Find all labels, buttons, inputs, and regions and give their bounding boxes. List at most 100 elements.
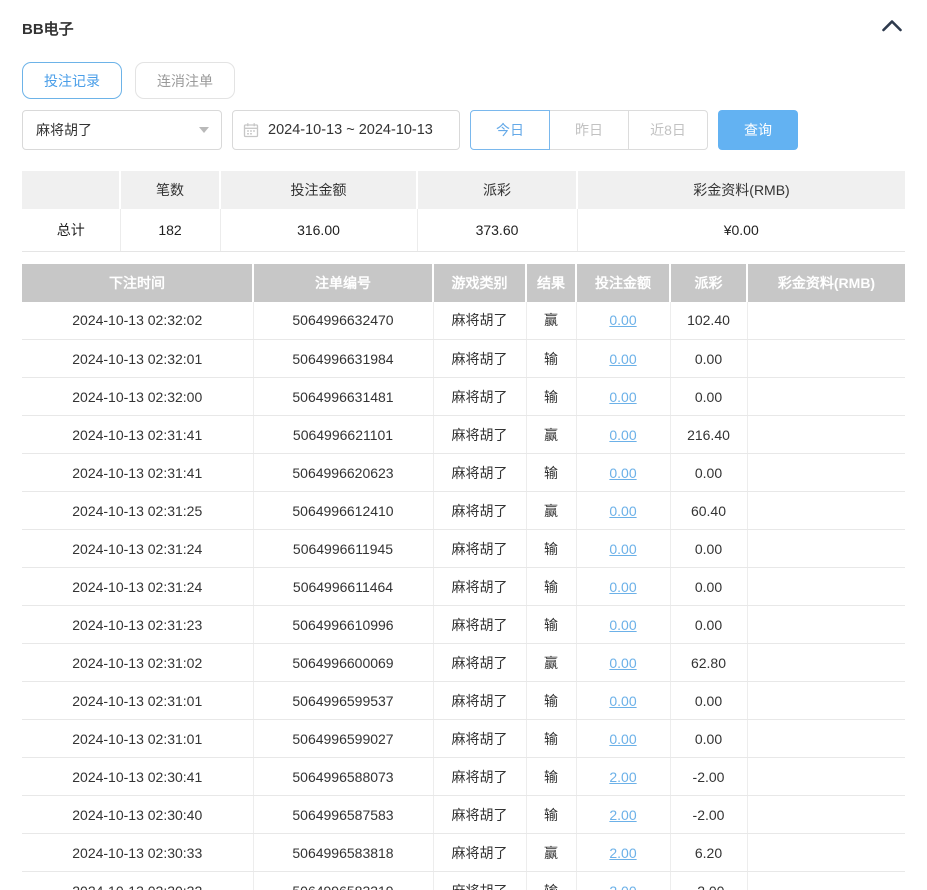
cell-payout: 62.80: [670, 643, 748, 682]
cell-result: 赢: [526, 491, 577, 530]
table-row: 2024-10-13 02:31:24 5064996611945 麻将胡了 输…: [22, 529, 905, 568]
collapse-button[interactable]: [879, 17, 905, 39]
cell-bonus: [747, 681, 905, 720]
cell-bonus: [747, 453, 905, 492]
summary-header-count: 笔数: [120, 171, 221, 209]
game-select[interactable]: 麻将胡了: [22, 110, 222, 150]
cell-result: 输: [526, 529, 577, 568]
cell-result: 赢: [526, 301, 577, 340]
bet-amount-link[interactable]: 0.00: [609, 655, 636, 671]
bet-amount-link[interactable]: 0.00: [609, 427, 636, 443]
cell-game: 麻将胡了: [433, 605, 527, 644]
cell-bonus: [747, 567, 905, 606]
cell-payout: -2.00: [670, 795, 748, 834]
last-8-days-button-label: 近8日: [650, 122, 686, 138]
cell-bonus: [747, 491, 905, 530]
cell-time: 2024-10-13 02:31:25: [22, 491, 254, 530]
last-8-days-button[interactable]: 近8日: [628, 110, 708, 150]
cell-game: 麻将胡了: [433, 491, 527, 530]
cell-time: 2024-10-13 02:31:41: [22, 415, 254, 454]
cell-order-id: 5064996587583: [253, 795, 434, 834]
game-select-value: 麻将胡了: [36, 122, 92, 138]
cell-order-id: 5064996631481: [253, 377, 434, 416]
cell-time: 2024-10-13 02:31:41: [22, 453, 254, 492]
cell-result: 输: [526, 377, 577, 416]
bet-amount-link[interactable]: 0.00: [609, 693, 636, 709]
cell-game: 麻将胡了: [433, 415, 527, 454]
cell-order-id: 5064996611464: [253, 567, 434, 606]
cell-order-id: 5064996631984: [253, 339, 434, 378]
summary-header-payout: 派彩: [417, 171, 578, 209]
cell-order-id: 5064996599027: [253, 719, 434, 758]
bet-amount-link[interactable]: 0.00: [609, 731, 636, 747]
bet-amount-link[interactable]: 0.00: [609, 465, 636, 481]
table-row: 2024-10-13 02:31:01 5064996599027 麻将胡了 输…: [22, 719, 905, 758]
cell-time: 2024-10-13 02:30:32: [22, 871, 254, 890]
cell-order-id: 5064996583818: [253, 833, 434, 872]
bet-amount-link[interactable]: 0.00: [609, 389, 636, 405]
cell-time: 2024-10-13 02:30:41: [22, 757, 254, 796]
cell-result: 输: [526, 719, 577, 758]
cell-game: 麻将胡了: [433, 681, 527, 720]
cell-payout: 0.00: [670, 681, 748, 720]
summary-header-blank: [22, 171, 121, 209]
cell-game: 麻将胡了: [433, 567, 527, 606]
cell-bonus: [747, 871, 905, 890]
summary-header-bet-amount: 投注金额: [220, 171, 418, 209]
cell-bonus: [747, 529, 905, 568]
table-row: 2024-10-13 02:31:41 5064996621101 麻将胡了 赢…: [22, 415, 905, 454]
bet-table: 下注时间 注单编号 游戏类别 结果 投注金额 派彩 彩金资料(RMB) 2024…: [22, 263, 905, 890]
bet-amount-link[interactable]: 0.00: [609, 541, 636, 557]
cell-game: 麻将胡了: [433, 757, 527, 796]
cell-order-id: 5064996588073: [253, 757, 434, 796]
bet-amount-link[interactable]: 0.00: [609, 503, 636, 519]
summary-total-count: 182: [120, 209, 221, 252]
summary-total-bonus: ¥0.00: [577, 209, 905, 252]
table-row: 2024-10-13 02:30:33 5064996583818 麻将胡了 赢…: [22, 833, 905, 872]
bet-amount-link[interactable]: 2.00: [609, 807, 636, 823]
date-range-value: 2024-10-13 ~ 2024-10-13: [268, 122, 433, 138]
cell-order-id: 5064996612410: [253, 491, 434, 530]
cell-payout: -2.00: [670, 871, 748, 890]
cell-result: 赢: [526, 833, 577, 872]
yesterday-button[interactable]: 昨日: [549, 110, 629, 150]
cell-payout: 102.40: [670, 301, 748, 340]
header-order-id: 注单编号: [253, 263, 434, 302]
cell-payout: 0.00: [670, 605, 748, 644]
bet-amount-link[interactable]: 2.00: [609, 845, 636, 861]
header-game-type: 游戏类别: [433, 263, 527, 302]
bet-amount-link[interactable]: 0.00: [609, 617, 636, 633]
cell-result: 输: [526, 567, 577, 606]
yesterday-button-label: 昨日: [575, 122, 603, 138]
cell-game: 麻将胡了: [433, 871, 527, 890]
bet-amount-link[interactable]: 2.00: [609, 769, 636, 785]
cell-game: 麻将胡了: [433, 643, 527, 682]
date-range-picker[interactable]: 2024-10-13 ~ 2024-10-13: [232, 110, 460, 150]
cell-bonus: [747, 301, 905, 340]
quick-date-group: 今日 昨日 近8日: [470, 110, 708, 150]
cell-game: 麻将胡了: [433, 301, 527, 340]
table-row: 2024-10-13 02:31:41 5064996620623 麻将胡了 输…: [22, 453, 905, 492]
tab-bet-records[interactable]: 投注记录: [22, 62, 122, 99]
query-button[interactable]: 查询: [718, 110, 798, 150]
bet-amount-link[interactable]: 0.00: [609, 351, 636, 367]
bet-amount-link[interactable]: 2.00: [609, 883, 636, 890]
bet-amount-link[interactable]: 0.00: [609, 312, 636, 328]
cell-game: 麻将胡了: [433, 453, 527, 492]
cell-result: 赢: [526, 643, 577, 682]
bet-amount-link[interactable]: 0.00: [609, 579, 636, 595]
cell-game: 麻将胡了: [433, 377, 527, 416]
summary-total-payout: 373.60: [417, 209, 578, 252]
cell-order-id: 5064996620623: [253, 453, 434, 492]
cell-order-id: 5064996621101: [253, 415, 434, 454]
tab-cancelled-orders[interactable]: 连消注单: [135, 62, 235, 99]
cell-payout: 0.00: [670, 453, 748, 492]
betting-records-panel: BB电子 投注记录 连消注单 麻将胡了 2024-10-13 ~ 2024-10…: [0, 0, 927, 890]
today-button[interactable]: 今日: [470, 110, 550, 150]
cell-time: 2024-10-13 02:32:00: [22, 377, 254, 416]
cell-bonus: [747, 833, 905, 872]
table-row: 2024-10-13 02:32:00 5064996631481 麻将胡了 输…: [22, 377, 905, 416]
cell-order-id: 5064996611945: [253, 529, 434, 568]
cell-order-id: 5064996583319: [253, 871, 434, 890]
cell-bonus: [747, 795, 905, 834]
